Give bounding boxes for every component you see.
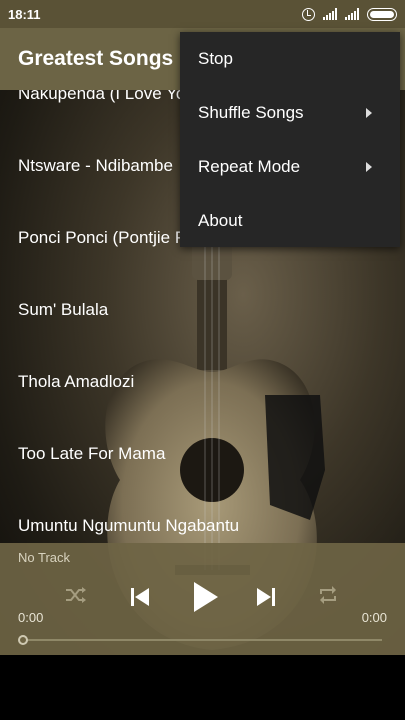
time-current: 0:00 [18, 610, 44, 625]
menu-item-about[interactable]: About [180, 194, 400, 248]
status-bar: 18:11 [0, 0, 405, 28]
previous-button[interactable] [124, 581, 156, 613]
menu-item-label: Repeat Mode [198, 157, 301, 176]
song-item[interactable]: Nakupenda (I Love You) [18, 90, 200, 114]
seek-thumb[interactable] [18, 635, 28, 645]
menu-item-repeat-mode[interactable]: Repeat Mode [180, 140, 400, 194]
song-item[interactable]: Too Late For Mama [18, 434, 165, 474]
status-time: 18:11 [8, 6, 41, 22]
previous-icon [131, 588, 149, 606]
navigation-bar-area [0, 655, 405, 720]
app-title: Greatest Songs [18, 47, 174, 70]
menu-item-label: About [198, 211, 243, 230]
repeat-icon [320, 586, 336, 604]
battery-icon [367, 7, 397, 21]
menu-item-shuffle-songs[interactable]: Shuffle Songs [180, 86, 400, 140]
song-item[interactable]: Sum' Bulala [18, 290, 108, 330]
repeat-button[interactable] [314, 581, 342, 609]
overflow-menu: Stop Shuffle Songs Repeat Mode About [180, 32, 400, 247]
submenu-arrow-icon [366, 162, 372, 172]
submenu-arrow-icon [366, 108, 372, 118]
menu-item-label: Stop [198, 49, 233, 68]
song-item[interactable]: Ntsware - Ndibambe [18, 146, 173, 186]
seek-bar[interactable] [22, 639, 382, 641]
song-item[interactable]: Thola Amadlozi [18, 362, 134, 402]
play-icon [194, 582, 218, 612]
next-button[interactable] [250, 581, 282, 613]
signal-icon [345, 8, 359, 20]
next-icon [257, 588, 275, 606]
shuffle-button[interactable] [62, 581, 90, 609]
player-panel: No Track 0:00 0:00 [0, 543, 405, 655]
menu-item-stop[interactable]: Stop [180, 32, 400, 86]
menu-item-label: Shuffle Songs [198, 103, 304, 122]
time-total: 0:00 [361, 610, 387, 625]
alarm-icon [302, 7, 315, 21]
song-item[interactable]: Umuntu Ngumuntu Ngabantu [18, 506, 239, 543]
track-name: No Track [18, 550, 71, 565]
signal-icon [323, 8, 337, 20]
play-button[interactable] [184, 576, 226, 618]
shuffle-icon [66, 587, 86, 603]
status-icons [302, 7, 397, 21]
